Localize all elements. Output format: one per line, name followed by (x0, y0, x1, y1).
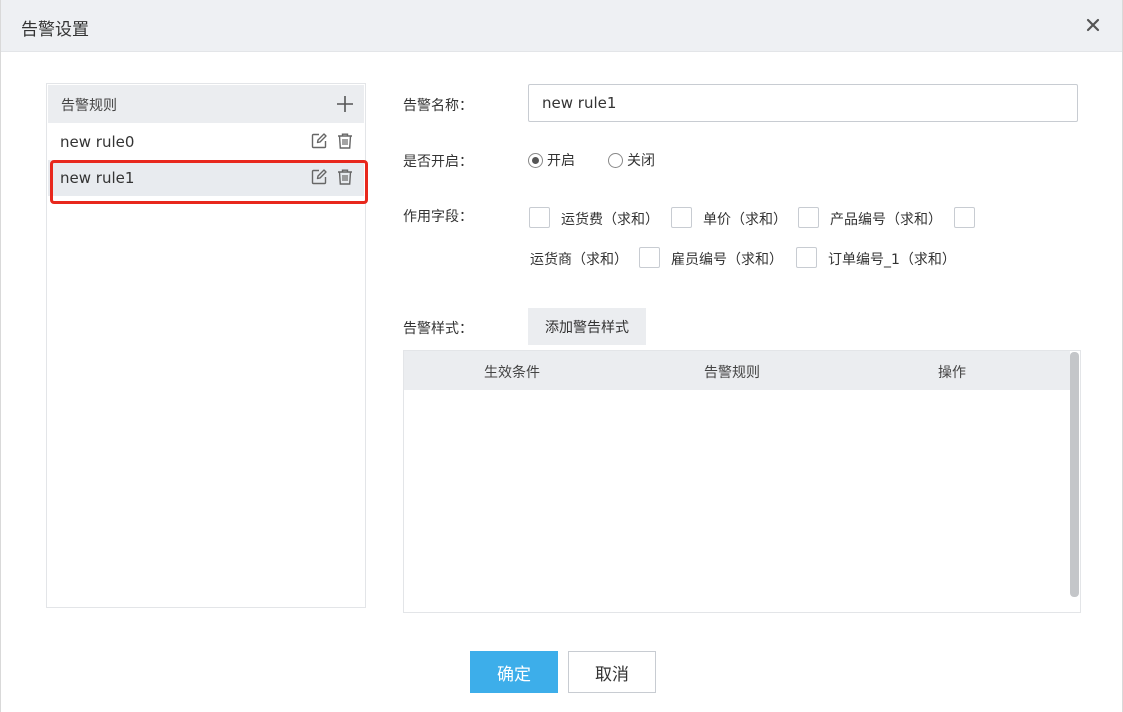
dialog-title-bar: 告警设置 (1, 0, 1122, 52)
radio-label: 关闭 (627, 153, 655, 169)
alert-style-table: 生效条件 告警规则 操作 (403, 350, 1081, 613)
plus-icon (337, 96, 353, 112)
field-label: 运货费（求和） (561, 212, 659, 228)
field-label: 单价（求和） (703, 212, 787, 228)
column-header-action: 操作 (938, 365, 966, 381)
radio-circle-checked (528, 152, 543, 168)
dialog-title: 告警设置 (21, 20, 89, 40)
alert-name-input[interactable] (528, 84, 1078, 122)
cancel-button[interactable]: 取消 (568, 651, 656, 693)
delete-rule-button[interactable] (336, 168, 354, 186)
trash-icon (338, 169, 352, 185)
field-checkbox[interactable] (954, 207, 975, 228)
rules-header-label: 告警规则 (61, 98, 117, 114)
rule-item-label: new rule1 (60, 169, 135, 187)
alert-name-label: 告警名称： (403, 98, 473, 114)
field-label: 运货商（求和） (530, 252, 628, 268)
edit-icon (311, 133, 327, 149)
edit-rule-button[interactable] (310, 168, 328, 186)
radio-enable-off[interactable]: 关闭 (608, 151, 655, 169)
field-checkbox[interactable] (671, 207, 692, 228)
radio-circle (608, 152, 623, 168)
rules-panel-header: 告警规则 (48, 85, 364, 123)
field-label: 订单编号_1（求和） (828, 252, 956, 268)
close-button[interactable] (1082, 14, 1104, 36)
rule-item-selected[interactable]: new rule1 (48, 160, 368, 204)
field-label: 产品编号（求和） (830, 212, 942, 228)
style-label: 告警样式： (403, 321, 473, 337)
rule-item[interactable]: new rule0 (48, 124, 364, 160)
column-header-condition: 生效条件 (484, 365, 540, 381)
confirm-button[interactable]: 确定 (470, 651, 558, 693)
enable-label: 是否开启： (403, 154, 473, 170)
rule-item-label: new rule0 (60, 133, 135, 151)
trash-icon (338, 133, 352, 149)
edit-rule-button[interactable] (310, 132, 328, 150)
rules-panel: 告警规则 new rule0 new rule1 (46, 83, 368, 608)
field-label: 雇员编号（求和） (671, 252, 783, 268)
field-checkbox[interactable] (529, 207, 550, 228)
add-alert-style-button[interactable]: 添加警告样式 (528, 308, 646, 345)
delete-rule-button[interactable] (336, 132, 354, 150)
column-header-rule: 告警规则 (704, 365, 760, 381)
field-checkbox[interactable] (796, 247, 817, 268)
close-icon (1086, 18, 1100, 32)
radio-label: 开启 (547, 153, 575, 169)
field-checkbox[interactable] (798, 207, 819, 228)
radio-enable-on[interactable]: 开启 (528, 151, 575, 169)
field-checkbox[interactable] (639, 247, 660, 268)
add-rule-button[interactable] (334, 93, 356, 115)
table-header: 生效条件 告警规则 操作 (404, 351, 1070, 390)
fields-label: 作用字段： (403, 209, 473, 225)
edit-icon (311, 169, 327, 185)
table-scrollbar[interactable] (1070, 352, 1079, 597)
alert-settings-dialog: 告警设置 告警规则 new rule0 new rule1 告警名称： new … (0, 0, 1123, 712)
